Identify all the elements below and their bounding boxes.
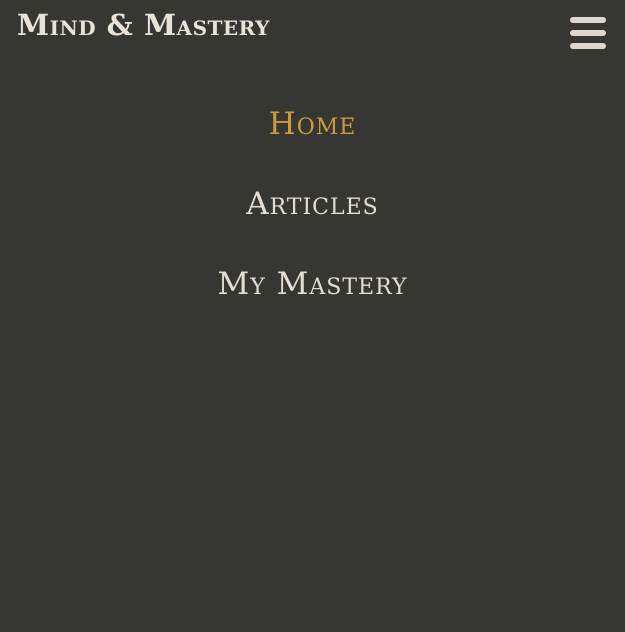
menu-bar-top xyxy=(570,17,606,23)
nav-item-home: Home xyxy=(0,102,625,182)
site-logo-title[interactable]: Mind & Mastery xyxy=(17,8,270,42)
hamburger-menu-icon[interactable] xyxy=(570,17,606,49)
nav-item-my-mastery: My Mastery xyxy=(0,262,625,342)
nav-link-home[interactable]: Home xyxy=(269,102,357,146)
menu-bar-bottom xyxy=(570,43,606,49)
main-navigation: Home Articles My Mastery xyxy=(0,102,625,342)
nav-item-articles: Articles xyxy=(0,182,625,262)
page: Mind & Mastery Home Articles My Mastery xyxy=(0,0,625,632)
menu-bar-middle xyxy=(570,30,606,36)
nav-link-my-mastery[interactable]: My Mastery xyxy=(218,262,408,306)
nav-link-articles[interactable]: Articles xyxy=(246,182,379,226)
